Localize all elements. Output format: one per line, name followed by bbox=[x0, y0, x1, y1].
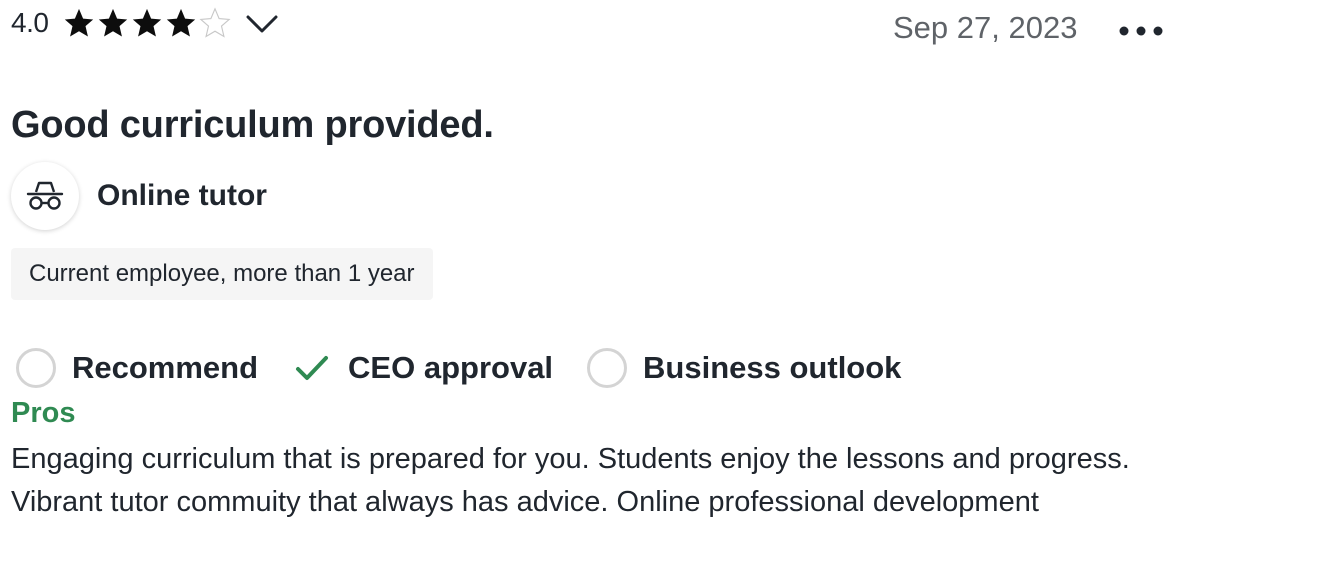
neutral-circle-icon bbox=[587, 348, 628, 388]
business-outlook-label: Business outlook bbox=[643, 350, 902, 385]
star-empty-icon bbox=[199, 7, 231, 38]
overall-rating: 4.0 bbox=[11, 7, 49, 38]
employment-status-badge: Current employee, more than 1 year bbox=[11, 248, 433, 300]
star-filled-icon bbox=[65, 8, 94, 37]
sub-ratings: Recommend CEO approval Business outlook bbox=[16, 348, 935, 388]
more-horizontal-icon[interactable] bbox=[1114, 18, 1168, 44]
star-rating bbox=[62, 6, 232, 40]
job-title: Online tutor bbox=[97, 179, 267, 212]
rating-row: 4.0 bbox=[11, 6, 280, 40]
incognito-icon bbox=[26, 181, 64, 210]
star-filled-icon bbox=[99, 8, 128, 37]
avatar bbox=[11, 162, 79, 230]
business-outlook-rating: Business outlook bbox=[587, 348, 901, 388]
ceo-approval-label: CEO approval bbox=[348, 350, 554, 385]
star-filled-icon bbox=[133, 8, 162, 37]
check-icon bbox=[296, 356, 329, 380]
pros-heading: Pros bbox=[11, 397, 76, 429]
star-filled-icon bbox=[167, 8, 196, 37]
job-row: Online tutor bbox=[11, 162, 267, 230]
pros-text: Engaging curriculum that is prepared for… bbox=[11, 443, 1130, 518]
recommend-label: Recommend bbox=[72, 350, 259, 385]
review-date: Sep 27, 2023 bbox=[893, 10, 1078, 45]
chevron-down-icon[interactable] bbox=[244, 8, 280, 38]
neutral-circle-icon bbox=[16, 348, 56, 388]
review-title: Good curriculum provided. bbox=[11, 104, 494, 146]
ceo-approval-rating: CEO approval bbox=[292, 348, 553, 388]
review-card: 4.0 Sep 27, 2023 Good curriculum provide… bbox=[0, 0, 1320, 574]
recommend-rating: Recommend bbox=[16, 348, 258, 388]
